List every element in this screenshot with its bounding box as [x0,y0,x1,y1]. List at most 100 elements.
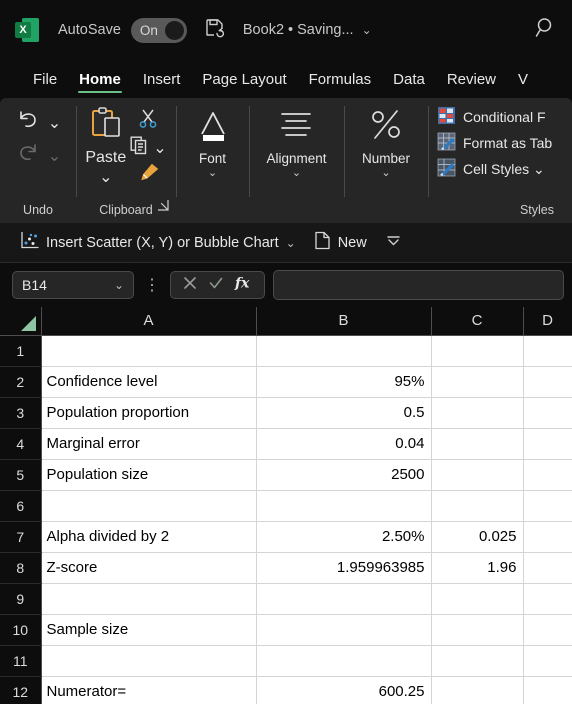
copy-dropdown-chevron-icon[interactable]: ⌄ [153,138,166,158]
search-icon[interactable] [534,16,558,45]
formula-bar-options-icon[interactable]: ⋮ [142,275,162,295]
row-header[interactable]: 7 [0,521,42,553]
row-header[interactable]: 12 [0,676,42,704]
cell-d1[interactable] [523,335,572,367]
select-all-button[interactable] [0,307,42,336]
undo-icon[interactable] [15,108,41,137]
cell-b12[interactable]: 600.25 [256,676,432,704]
tab-home[interactable]: Home [68,60,132,98]
column-header-c[interactable]: C [431,307,524,336]
tab-data[interactable]: Data [382,60,436,98]
cell-a8[interactable]: Z-score [41,552,257,584]
cell-a12[interactable]: Numerator= [41,676,257,704]
clipboard-dialog-launcher-icon[interactable] [157,199,170,217]
cell-d3[interactable] [523,397,572,429]
cell-c8[interactable]: 1.96 [431,552,524,584]
cell-c4[interactable] [431,428,524,460]
tab-insert[interactable]: Insert [132,60,192,98]
cell-a1[interactable] [41,335,257,367]
cell-b4[interactable]: 0.04 [256,428,432,460]
cell-c10[interactable] [431,614,524,646]
name-box[interactable]: B14 ⌄ [12,271,134,299]
cell-c1[interactable] [431,335,524,367]
tab-page-layout[interactable]: Page Layout [191,60,297,98]
cell-d6[interactable] [523,490,572,522]
new-workbook-button[interactable]: New [310,228,371,257]
paste-dropdown-chevron-icon[interactable]: ⌄ [99,167,112,187]
column-header-a[interactable]: A [41,307,257,336]
row-header[interactable]: 1 [0,335,42,367]
row-header[interactable]: 8 [0,552,42,584]
cell-c5[interactable] [431,459,524,491]
autosave-toggle[interactable]: On [130,17,187,43]
cell-b1[interactable] [256,335,432,367]
row-header[interactable]: 6 [0,490,42,522]
cell-d4[interactable] [523,428,572,460]
cut-icon[interactable] [138,109,159,133]
document-title[interactable]: Book2 • Saving... ⌄ [243,22,372,38]
font-button[interactable]: Font ⌄ [188,104,238,181]
cell-a6[interactable] [41,490,257,522]
format-painter-icon[interactable] [138,163,159,187]
cell-a5[interactable]: Population size [41,459,257,491]
paste-button[interactable]: Paste ⌄ [85,106,126,187]
alignment-button[interactable]: Alignment ⌄ [260,104,332,181]
cell-a9[interactable] [41,583,257,615]
name-box-chevron-down-icon[interactable]: ⌄ [114,278,124,292]
cell-b2[interactable]: 95% [256,366,432,398]
undo-dropdown-chevron-icon[interactable]: ⌄ [48,113,61,133]
chevron-down-icon[interactable]: ⌄ [362,23,372,37]
cell-b5[interactable]: 2500 [256,459,432,491]
cell-d8[interactable] [523,552,572,584]
row-header[interactable]: 10 [0,614,42,646]
cancel-icon[interactable] [182,275,198,296]
cell-d2[interactable] [523,366,572,398]
number-dropdown-chevron-icon[interactable]: ⌄ [381,168,390,179]
cell-d7[interactable] [523,521,572,553]
formula-input[interactable] [273,270,564,300]
tab-file[interactable]: File [22,60,68,98]
cell-c9[interactable] [431,583,524,615]
cell-b6[interactable] [256,490,432,522]
row-header[interactable]: 2 [0,366,42,398]
tab-view[interactable]: V [507,60,539,98]
cell-c11[interactable] [431,645,524,677]
cell-a4[interactable]: Marginal error [41,428,257,460]
cell-b9[interactable] [256,583,432,615]
cell-c6[interactable] [431,490,524,522]
row-header[interactable]: 11 [0,645,42,677]
cell-b3[interactable]: 0.5 [256,397,432,429]
cell-b8[interactable]: 1.959963985 [256,552,432,584]
enter-icon[interactable] [208,275,224,296]
insert-function-icon[interactable]: fx [234,274,253,296]
cell-d10[interactable] [523,614,572,646]
cell-d9[interactable] [523,583,572,615]
insert-scatter-chevron-down-icon[interactable]: ⌄ [286,236,296,250]
save-sync-icon[interactable] [203,16,227,45]
font-dropdown-chevron-icon[interactable]: ⌄ [208,168,217,179]
cell-c2[interactable] [431,366,524,398]
tab-formulas[interactable]: Formulas [298,60,383,98]
cell-a10[interactable]: Sample size [41,614,257,646]
column-header-d[interactable]: D [523,307,572,336]
copy-icon[interactable] [130,136,149,160]
row-header[interactable]: 3 [0,397,42,429]
alignment-dropdown-chevron-icon[interactable]: ⌄ [292,168,301,179]
cell-c7[interactable]: 0.025 [431,521,524,553]
cell-b11[interactable] [256,645,432,677]
qat-overflow-button[interactable] [381,231,406,255]
cell-c12[interactable] [431,676,524,704]
cell-d5[interactable] [523,459,572,491]
cell-a3[interactable]: Population proportion [41,397,257,429]
format-as-table-button[interactable]: Format as Tab [437,130,552,156]
insert-scatter-chart-button[interactable]: Insert Scatter (X, Y) or Bubble Chart ⌄ [16,228,300,257]
column-header-b[interactable]: B [256,307,432,336]
row-header[interactable]: 4 [0,428,42,460]
cell-a2[interactable]: Confidence level [41,366,257,398]
row-header[interactable]: 9 [0,583,42,615]
cell-a7[interactable]: Alpha divided by 2 [41,521,257,553]
number-format-button[interactable]: Number ⌄ [356,104,416,181]
cell-b10[interactable] [256,614,432,646]
cell-a11[interactable] [41,645,257,677]
cell-styles-button[interactable]: Cell Styles ⌄ [437,156,545,182]
